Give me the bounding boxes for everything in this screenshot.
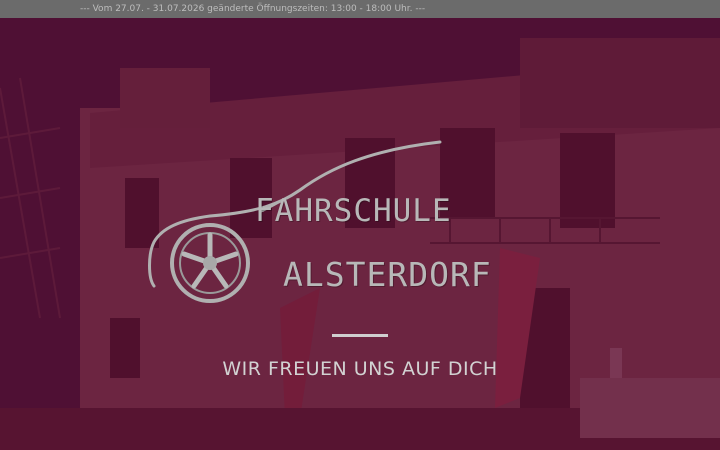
hero-tagline: WIR FREUEN UNS AUF DICH — [222, 358, 498, 380]
announcement-text: --- Vom 27.07. - 31.07.2026 geänderte Öf… — [80, 4, 426, 14]
logo-text-line-1: FAHRSCHULE — [255, 193, 452, 229]
logo-text-line-2: ALSTERDORF — [283, 255, 492, 294]
car-silhouette-with-wheel-icon — [148, 140, 442, 303]
divider — [332, 334, 388, 337]
announcement-bar: --- Vom 27.07. - 31.07.2026 geänderte Öf… — [0, 0, 720, 18]
